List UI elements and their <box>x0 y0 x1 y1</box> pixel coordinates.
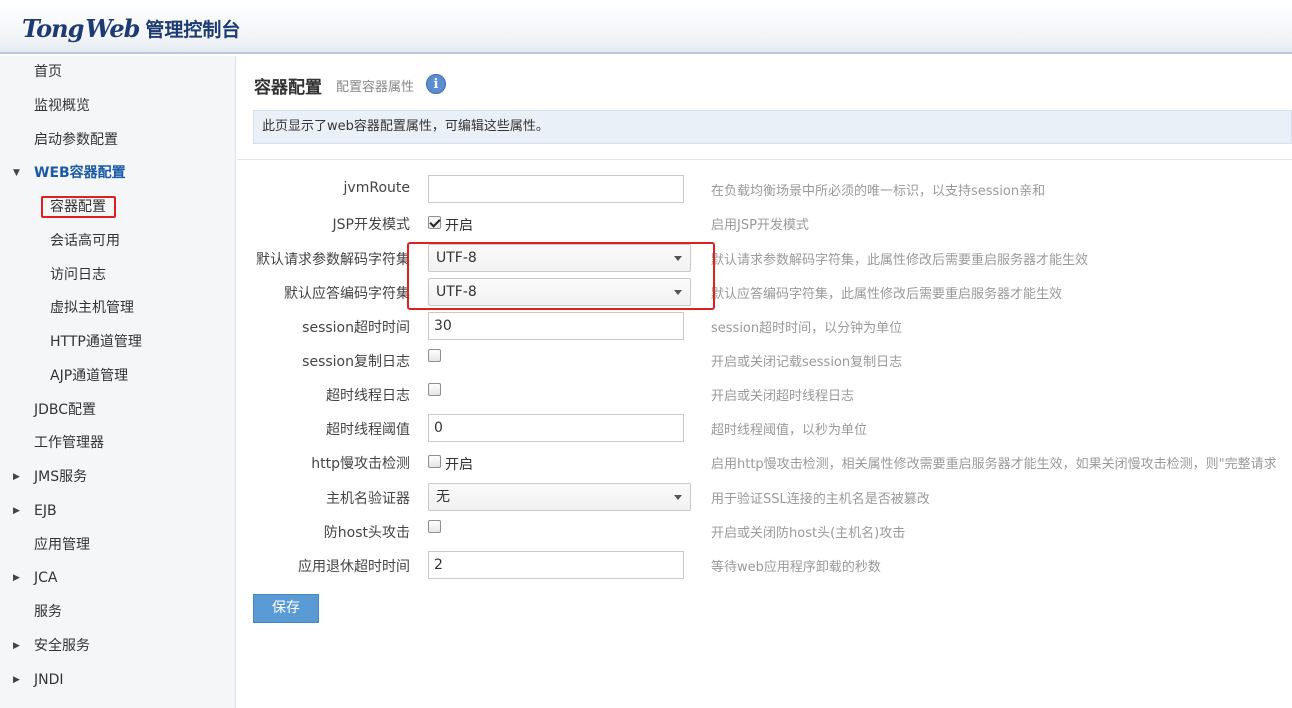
caret-right-icon[interactable]: ▶ <box>13 498 20 524</box>
sidebar-item-http-channel[interactable]: HTTP通道管理 <box>0 329 142 355</box>
sidebar-item-label: EJB <box>34 503 57 519</box>
host-header-attack-checkbox[interactable] <box>428 520 441 533</box>
select-value: 无 <box>436 489 450 505</box>
field-label: 防host头攻击 <box>323 525 410 541</box>
sidebar-item-jdbc[interactable]: JDBC配置 <box>0 397 96 423</box>
sidebar-item-app-management[interactable]: 应用管理 <box>0 532 90 558</box>
sidebar-item-session-ha[interactable]: 会话高可用 <box>0 228 120 254</box>
sidebar-item-jndi[interactable]: ▶ JNDI <box>0 667 64 693</box>
field-label: session超时时间 <box>302 320 410 336</box>
field-label: 默认请求参数解码字符集 <box>256 252 410 268</box>
checkbox-label: 开启 <box>445 457 473 473</box>
dropdown-arrow-icon <box>674 495 682 500</box>
sidebar-item-security[interactable]: ▶ 安全服务 <box>0 633 90 659</box>
console-title: 管理控制台 <box>145 18 241 41</box>
sidebar-item-access-log[interactable]: 访问日志 <box>0 262 106 288</box>
field-help: 超时线程阈值，以秒为单位 <box>711 423 868 438</box>
sidebar-item-label: 首页 <box>34 64 62 80</box>
field-help: 在负载均衡场景中所必须的唯一标识，以支持session亲和 <box>711 184 1046 199</box>
main-content: 容器配置 配置容器属性 i 此页显示了web容器配置属性，可编辑这些属性。 jv… <box>237 56 1292 708</box>
sidebar-item-home[interactable]: 首页 <box>0 59 62 85</box>
sidebar-item-label: 安全服务 <box>34 638 90 654</box>
sidebar-item-work-manager[interactable]: 工作管理器 <box>0 430 104 456</box>
field-label: 默认应答编码字符集 <box>284 286 410 302</box>
sidebar-item-ejb[interactable]: ▶ EJB <box>0 498 57 524</box>
sidebar-item-label: WEB容器配置 <box>34 165 126 181</box>
sidebar-item-label: AJP通道管理 <box>50 368 129 384</box>
field-label: 主机名验证器 <box>326 491 410 507</box>
caret-right-icon[interactable]: ▶ <box>13 633 20 659</box>
sidebar-item-services[interactable]: 服务 <box>0 599 62 625</box>
sidebar-item-label: HTTP通道管理 <box>50 334 142 350</box>
sidebar-item-jca[interactable]: ▶ JCA <box>0 565 57 591</box>
field-label: 超时线程日志 <box>326 388 410 404</box>
sidebar-item-label: 虚拟主机管理 <box>50 300 134 316</box>
sidebar-item-jms[interactable]: ▶ JMS服务 <box>0 464 87 490</box>
field-label: 应用退休超时时间 <box>298 559 410 575</box>
annotation-highlight <box>407 242 715 310</box>
checkbox-label: 开启 <box>445 218 473 234</box>
field-help: 启用JSP开发模式 <box>711 218 809 233</box>
sidebar-item-label: JNDI <box>34 672 64 688</box>
app-header: Tong Web 管理控制台 <box>0 0 1292 54</box>
divider <box>237 159 1292 160</box>
sidebar-item-label: 工作管理器 <box>34 435 104 451</box>
sidebar-item-label: 服务 <box>34 604 62 620</box>
logo-text-web: Web <box>85 13 140 43</box>
sidebar-item-label: 会话高可用 <box>50 233 120 249</box>
app-retire-timeout-input[interactable]: 2 <box>428 551 684 579</box>
logo-text-tong: Tong <box>22 13 84 43</box>
field-label: JSP开发模式 <box>332 217 410 233</box>
field-help: 默认请求参数解码字符集，此属性修改后需要重启服务器才能生效 <box>711 253 1089 268</box>
caret-right-icon[interactable]: ▶ <box>13 565 20 591</box>
sidebar-item-startup-params[interactable]: 启动参数配置 <box>0 127 118 153</box>
http-slow-attack-checkbox[interactable] <box>428 455 441 468</box>
notice-banner: 此页显示了web容器配置属性，可编辑这些属性。 <box>253 110 1292 144</box>
field-help: 开启或关闭超时线程日志 <box>711 389 855 404</box>
sidebar-item-monitor-overview[interactable]: 监视概览 <box>0 93 90 119</box>
save-button[interactable]: 保存 <box>253 594 319 623</box>
field-label: 超时线程阈值 <box>326 422 410 438</box>
caret-right-icon[interactable]: ▶ <box>13 667 20 693</box>
sidebar-item-label: JMS服务 <box>34 469 88 485</box>
sidebar-item-label: 应用管理 <box>34 537 90 553</box>
tongweb-logo[interactable]: Tong Web 管理控制台 <box>22 12 240 44</box>
sidebar-item-container-config[interactable]: 容器配置 <box>0 194 106 220</box>
session-replication-log-checkbox[interactable] <box>428 349 441 362</box>
jsp-dev-mode-checkbox[interactable] <box>428 216 441 229</box>
sidebar-item-label: JCA <box>34 570 58 586</box>
field-help: 用于验证SSL连接的主机名是否被篡改 <box>711 492 930 507</box>
field-label: jvmRoute <box>343 180 410 196</box>
info-icon[interactable]: i <box>426 74 446 94</box>
field-help: session超时时间，以分钟为单位 <box>711 321 903 336</box>
sidebar-nav: 首页 监视概览 启动参数配置 ▼ WEB容器配置 容器配置 会话高可用 访问日志… <box>0 56 236 708</box>
sidebar-item-virtual-host[interactable]: 虚拟主机管理 <box>0 295 134 321</box>
hostname-verifier-select[interactable]: 无 <box>428 483 691 511</box>
sidebar-item-label: JDBC配置 <box>34 402 97 418</box>
sidebar-item-label: 监视概览 <box>34 98 90 114</box>
field-help: 启用http慢攻击检测，相关属性修改需要重启服务器才能生效，如果关闭慢攻击检测，… <box>711 457 1277 472</box>
field-help: 开启或关闭防host头(主机名)攻击 <box>711 526 906 541</box>
sidebar-item-label: 容器配置 <box>50 199 106 215</box>
field-help: 等待web应用程序卸载的秒数 <box>711 560 881 575</box>
timeout-thread-threshold-input[interactable]: 0 <box>428 414 684 442</box>
session-timeout-input[interactable]: 30 <box>428 312 684 340</box>
sidebar-item-ajp-channel[interactable]: AJP通道管理 <box>0 363 128 389</box>
timeout-thread-log-checkbox[interactable] <box>428 383 441 396</box>
page-subtitle: 配置容器属性 <box>336 80 415 95</box>
field-help: 默认应答编码字符集，此属性修改后需要重启服务器才能生效 <box>711 287 1063 302</box>
page-title: 容器配置 <box>254 78 322 98</box>
field-help: 开启或关闭记载session复制日志 <box>711 355 903 370</box>
caret-down-icon[interactable]: ▼ <box>13 160 20 186</box>
jvmroute-input[interactable] <box>428 175 684 203</box>
sidebar-item-label: 启动参数配置 <box>34 132 118 148</box>
field-label: session复制日志 <box>302 354 410 370</box>
caret-right-icon[interactable]: ▶ <box>13 464 20 490</box>
sidebar-item-web-container[interactable]: ▼ WEB容器配置 <box>0 160 126 186</box>
sidebar-item-label: 访问日志 <box>50 267 106 283</box>
field-label: http慢攻击检测 <box>311 456 410 472</box>
